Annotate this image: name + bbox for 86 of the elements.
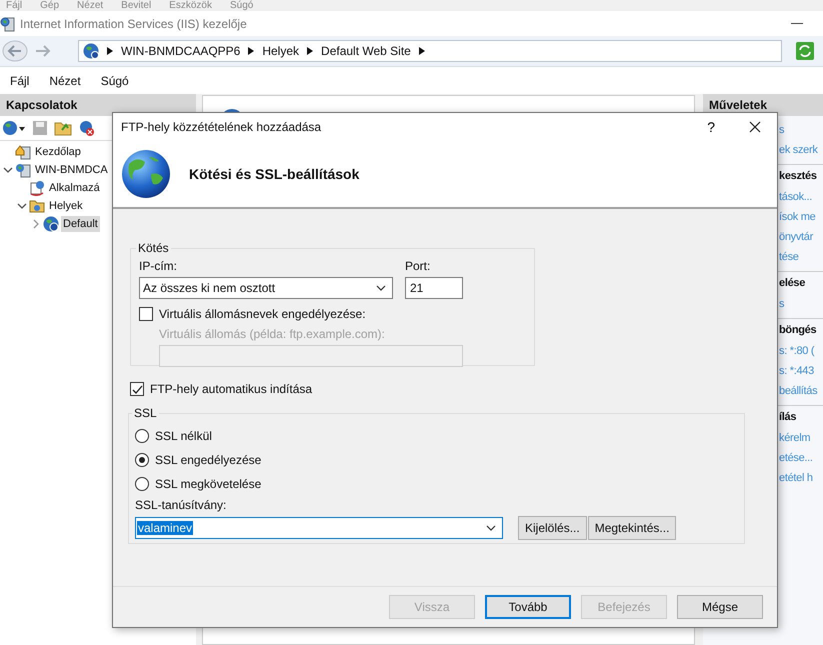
group-label: Kötés (137, 241, 170, 255)
menu-item[interactable]: Fájl (10, 74, 30, 88)
tree-item[interactable]: Alkalmazá (47, 180, 102, 196)
refresh-icon[interactable] (796, 42, 814, 60)
menu-item[interactable]: Eszközök (169, 0, 212, 11)
dialog-button[interactable]: Kijelölés... (518, 516, 587, 540)
action-link[interactable]: ek szerk (779, 144, 818, 156)
menu-item[interactable]: Nézet (49, 74, 81, 88)
action-link[interactable]: tások... (779, 191, 812, 203)
radio-label: SSL engedélyezése (155, 453, 262, 467)
action-link[interactable]: önyvtár (779, 231, 813, 243)
tree-item[interactable]: Kezdőlap (33, 144, 83, 160)
action-link[interactable]: s: *:80 ( (779, 345, 814, 357)
home-server-icon (15, 144, 31, 160)
breadcrumb-segment[interactable]: WIN-BNMDCAAQPP6 (121, 44, 240, 58)
caret-right-icon (107, 47, 113, 55)
section-heading: elése (779, 277, 806, 289)
menu-item[interactable]: Bevitel (121, 0, 152, 11)
caret-right-icon (307, 47, 314, 55)
minimize-icon[interactable] (791, 22, 803, 24)
chevron-down-icon[interactable] (3, 165, 13, 175)
pane-header: Kapcsolatok (0, 94, 196, 116)
breadcrumb-segment[interactable]: Default Web Site (321, 44, 411, 58)
action-link[interactable]: etése... (779, 452, 813, 464)
port-field[interactable]: 21 (405, 277, 463, 299)
caret-right-icon (418, 47, 425, 55)
tree-item[interactable]: Helyek (47, 198, 85, 214)
field-label: IP-cím: (139, 259, 178, 273)
dialog-button[interactable]: Megtekintés... (588, 516, 676, 540)
checkbox-label: FTP-hely automatikus indítása (150, 382, 312, 396)
globe-icon (43, 216, 59, 232)
action-link[interactable]: tése (779, 251, 799, 263)
section-heading: böngés (779, 324, 816, 336)
group-label: SSL (133, 406, 158, 420)
action-link[interactable]: kérelm (779, 432, 810, 444)
action-link[interactable]: beállítás (779, 385, 818, 397)
action-link[interactable]: ísok me (779, 211, 816, 223)
action-link[interactable]: etétel h (779, 472, 813, 484)
action-link[interactable]: s: *:443 (779, 365, 814, 377)
field-label: SSL-tanúsítvány: (135, 498, 228, 512)
folder-icon[interactable] (54, 120, 72, 136)
action-link[interactable]: s (779, 298, 784, 310)
menu-item[interactable]: Súgó (100, 74, 129, 88)
field-label: Virtuális állomás (példa: ftp.example.com): (159, 327, 386, 341)
checkbox[interactable] (139, 307, 153, 321)
section-heading: ílás (779, 411, 796, 423)
folder-icon (29, 198, 45, 214)
chevron-right-icon[interactable] (31, 219, 41, 229)
menu-item[interactable]: Gép (40, 0, 60, 11)
address-field[interactable]: WIN-BNMDCAAQPP6 Helyek Default Web Site (78, 40, 782, 62)
globe-icon (83, 43, 99, 59)
action-link[interactable]: s (779, 124, 784, 136)
certificate-dropdown[interactable]: valaminev (135, 517, 503, 539)
menu-item[interactable]: Nézet (77, 0, 104, 11)
server-icon (15, 162, 31, 178)
ip-address-dropdown[interactable]: Az összes ki nem osztott (139, 277, 393, 299)
help-button[interactable]: ? (703, 119, 719, 135)
radio-button[interactable] (135, 477, 149, 491)
tree-item[interactable]: Default (61, 216, 100, 232)
chevron-down-icon (486, 525, 496, 531)
field-label: Port: (405, 259, 432, 273)
tree-item[interactable]: WIN-BNMDCA (33, 162, 110, 178)
chevron-down-icon (376, 285, 386, 291)
radio-label: SSL megkövetelése (155, 477, 262, 491)
globe-icon[interactable] (2, 120, 26, 136)
server-icon (0, 16, 16, 32)
dialog-button[interactable]: Mégse (677, 595, 763, 619)
section-heading: kesztés (779, 170, 817, 182)
radio-label: SSL nélkül (155, 429, 212, 443)
host-name-field[interactable] (159, 345, 463, 367)
dialog-heading: Kötési és SSL-beállítások (189, 166, 360, 182)
dialog-button[interactable]: Tovább (485, 595, 571, 619)
breadcrumb-segment[interactable]: Helyek (262, 44, 300, 58)
checkbox-label: Virtuális állomásnevek engedélyezése: (159, 307, 366, 321)
caret-right-icon (248, 47, 254, 55)
disconnect-icon[interactable] (78, 120, 96, 136)
checkbox[interactable] (130, 382, 144, 396)
menu-item[interactable]: Fájl (6, 0, 22, 11)
window-title: Internet Information Services (IIS) kezelője (20, 16, 248, 30)
radio-button[interactable] (135, 453, 149, 467)
dialog-title: FTP-hely közzétételének hozzáadása (121, 120, 322, 134)
close-icon[interactable] (749, 121, 761, 133)
menu-item[interactable]: Súgó (230, 0, 254, 11)
globe-icon (121, 149, 171, 199)
chevron-down-icon[interactable] (17, 201, 27, 211)
radio-button[interactable] (135, 429, 149, 443)
